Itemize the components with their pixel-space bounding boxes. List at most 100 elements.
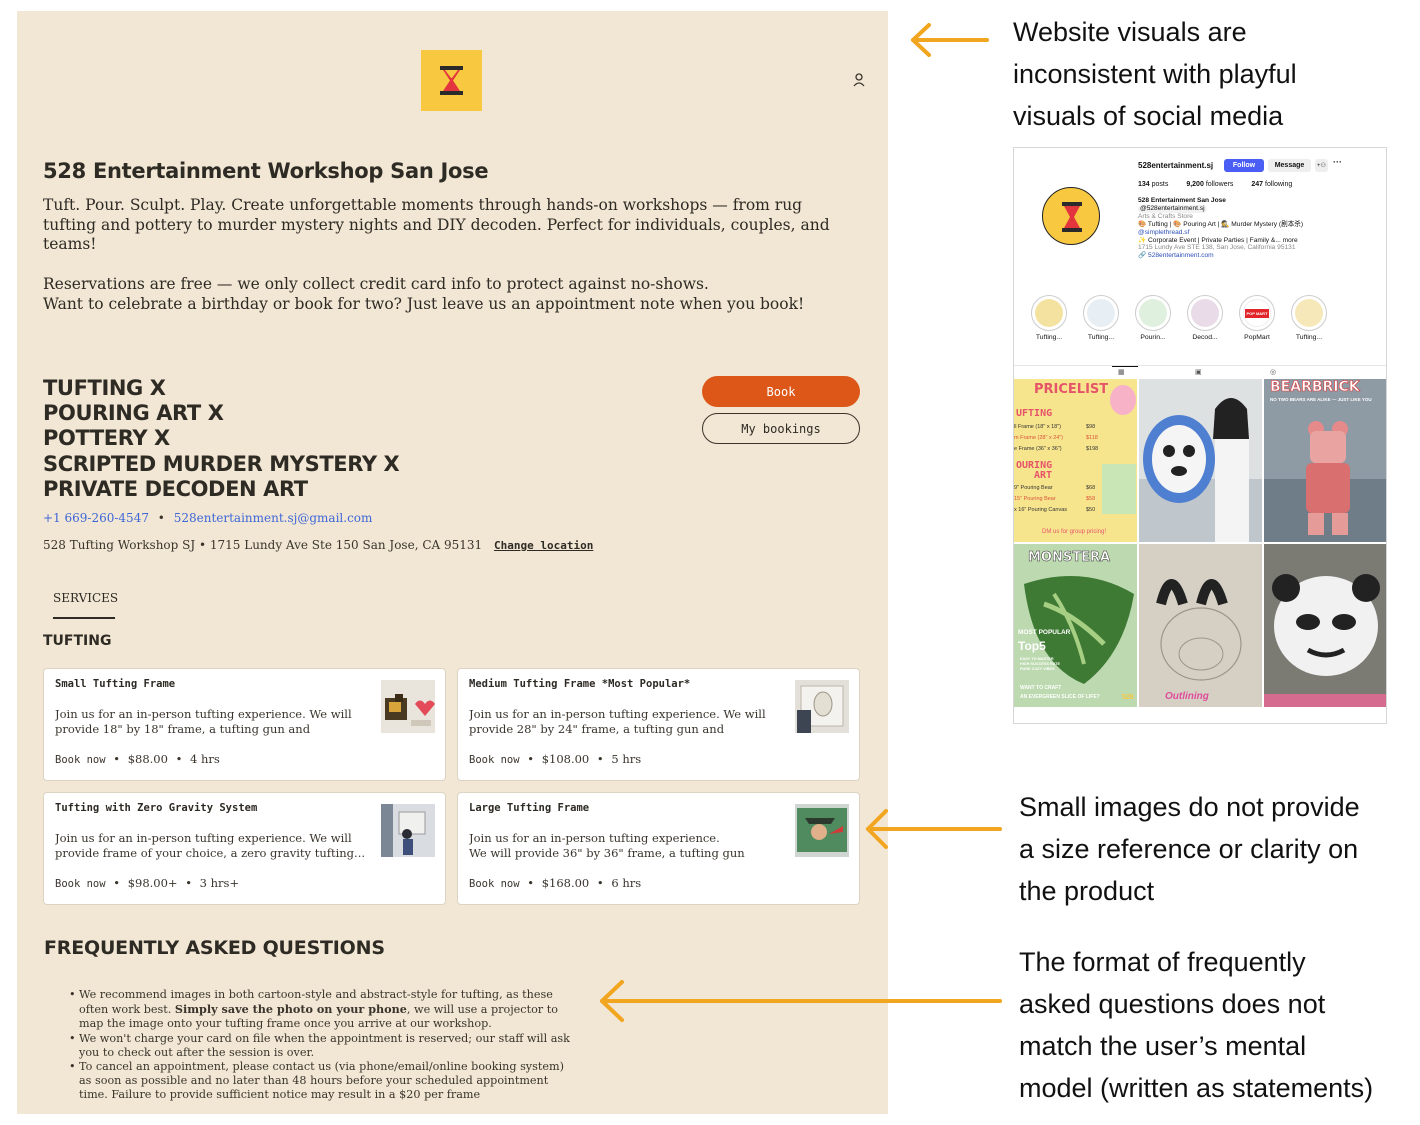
- bearbrick-photo-image: [1264, 379, 1386, 542]
- price: $58: [1086, 496, 1096, 502]
- faq-item: We recommend images in both cartoon-styl…: [69, 988, 579, 1032]
- story-highlight[interactable]: Tufting...: [1077, 295, 1125, 341]
- annotation-line: match the user’s mental: [1019, 1031, 1307, 1061]
- profile-avatar[interactable]: [1042, 187, 1100, 245]
- price-rows: ll Frame (18" x 18") $98 m Frame (28" x 2…: [1014, 422, 1110, 455]
- following-count[interactable]: 247: [1251, 181, 1263, 188]
- post-panda-rug-photo[interactable]: [1139, 379, 1262, 542]
- bio-website-link[interactable]: 🔗 528entertainment.com: [1138, 252, 1378, 260]
- followers-label: followers: [1205, 181, 1234, 188]
- annotation-visuals: Website visuals are inconsistent with pl…: [1013, 11, 1297, 137]
- bio-mention-link[interactable]: @simplethread.sf: [1138, 229, 1378, 237]
- book-now-link[interactable]: Book now: [469, 878, 520, 890]
- reservation-note: Reservations are free — we only collect …: [43, 275, 709, 293]
- business-title: 528 Entertainment Workshop San Jose: [43, 159, 489, 183]
- post-text: UFTING: [1016, 408, 1053, 419]
- grid-tab-icon[interactable]: ▦: [1118, 368, 1125, 376]
- service-duration: 3 hrs+: [199, 876, 240, 890]
- price-row: e Frame (36" x 36"): [1014, 446, 1062, 452]
- separator: •: [527, 876, 535, 890]
- service-meta: Book now • $88.00 • 4 hrs: [55, 752, 220, 766]
- post-text: 528: [1122, 694, 1134, 701]
- story-highlight[interactable]: Tufting...: [1285, 295, 1333, 341]
- service-heading: TUFTING X: [43, 376, 166, 400]
- service-title: Medium Tufting Frame *Most Popular*: [469, 678, 691, 690]
- posts-label: posts: [1151, 181, 1169, 188]
- service-card[interactable]: Small Tufting Frame Join us for an in-pe…: [43, 668, 446, 781]
- story-highlight[interactable]: POP MART PopMart: [1233, 295, 1281, 341]
- following-label: following: [1265, 181, 1293, 188]
- phone-link[interactable]: +1 669-260-4547: [43, 511, 149, 525]
- service-card[interactable]: Large Tufting Frame Join us for an in-pe…: [457, 792, 860, 905]
- my-bookings-button[interactable]: My bookings: [702, 413, 860, 444]
- posts-count: 134: [1138, 181, 1150, 188]
- annotation-arrow: [866, 809, 1002, 849]
- annotation-line: asked questions does not: [1019, 989, 1326, 1019]
- post-pricelist[interactable]: PRICELIST UFTING ll Frame (18" x 18") $98…: [1014, 379, 1137, 542]
- book-now-link[interactable]: Book now: [469, 754, 520, 766]
- user-icon[interactable]: [851, 71, 867, 89]
- follow-button[interactable]: Follow: [1224, 159, 1264, 172]
- change-location-link[interactable]: Change location: [494, 539, 593, 552]
- bio-line: 🎨 Tufting | 🎨 Pouring Art | 🕵 Murder Mys…: [1138, 220, 1304, 228]
- story-highlight[interactable]: Decod...: [1181, 295, 1229, 341]
- price-row: m Frame (28" x 24"): [1014, 435, 1064, 441]
- post-panda-meme[interactable]: [1264, 544, 1386, 707]
- post-bearbrick[interactable]: BEARBRICK NO TWO BEARS ARE ALIKE — JUST …: [1264, 379, 1386, 542]
- book-button[interactable]: Book: [702, 376, 860, 407]
- annotation-images: Small images do not provide a size refer…: [1019, 786, 1360, 912]
- kirby-sticker: [1110, 385, 1136, 415]
- service-price: $98.00+: [127, 876, 178, 890]
- post-title: MONSTERA: [1028, 550, 1111, 566]
- service-meta: Book now • $168.00 • 6 hrs: [469, 876, 641, 890]
- annotation-line: the product: [1019, 876, 1155, 906]
- annotation-line: Small images do not provide: [1019, 792, 1360, 822]
- faq-item: We won't charge your card on file when t…: [69, 1032, 579, 1060]
- faq-list: We recommend images in both cartoon-styl…: [69, 988, 579, 1103]
- service-heading: SCRIPTED MURDER MYSTERY X: [43, 451, 400, 476]
- monstera-rug-image: [1014, 544, 1137, 707]
- active-tab-indicator: [1112, 366, 1138, 367]
- book-now-link[interactable]: Book now: [55, 754, 106, 766]
- faq-item: To cancel an appointment, please contact…: [69, 1060, 579, 1103]
- tab-services[interactable]: SERVICES: [53, 591, 118, 605]
- service-price: $108.00: [541, 752, 590, 766]
- annotation-faq: The format of frequently asked questions…: [1019, 941, 1373, 1109]
- service-thumbnail-image: [795, 680, 849, 733]
- post-subtitle: NO TWO BEARS ARE ALIKE — JUST LIKE YOU: [1270, 397, 1372, 402]
- book-now-link[interactable]: Book now: [55, 878, 106, 890]
- email-link[interactable]: 528entertainment.sj@gmail.com: [174, 511, 373, 525]
- price-rows: 9" Pouring Bear $68 15" Pouring Bear $58 x…: [1014, 483, 1110, 516]
- story-highlight[interactable]: Pourin...: [1129, 295, 1177, 341]
- followers-count[interactable]: 9,200: [1186, 181, 1204, 188]
- message-button[interactable]: Message: [1268, 159, 1311, 172]
- booking-website: 528 Entertainment Workshop San Jose Tuft…: [17, 11, 888, 1114]
- reels-tab-icon[interactable]: ▣: [1195, 368, 1202, 376]
- service-duration: 6 hrs: [611, 876, 642, 890]
- post-text: MOST POPULAR: [1018, 629, 1071, 636]
- panda-meme-rug-image: [1264, 544, 1386, 707]
- more-icon[interactable]: ···: [1333, 157, 1342, 167]
- services-heading-list: TUFTING X POURING ART X POTTERY X SCRIPT…: [43, 376, 400, 502]
- separator: •: [596, 752, 604, 766]
- service-meta: Book now • $108.00 • 5 hrs: [469, 752, 641, 766]
- annotation-line: inconsistent with playful: [1013, 59, 1297, 89]
- service-card[interactable]: Tufting with Zero Gravity System Join us…: [43, 792, 446, 905]
- highlight-label: Pourin...: [1140, 334, 1166, 341]
- contact-info: +1 669-260-4547 • 528entertainment.sj@gm…: [43, 511, 372, 525]
- add-user-icon[interactable]: +⚇: [1315, 159, 1328, 172]
- highlight-label: Tufting...: [1087, 334, 1115, 341]
- ig-tabs: ▦ ▣ ◎: [1014, 365, 1386, 379]
- highlight-label: Tufting...: [1295, 334, 1323, 341]
- service-heading: POTTERY X: [43, 426, 170, 451]
- post-outline-sketch[interactable]: Outlining: [1139, 544, 1262, 707]
- annotation-line: Website visuals are: [1013, 17, 1247, 47]
- tagged-tab-icon[interactable]: ◎: [1270, 368, 1276, 376]
- service-card[interactable]: Medium Tufting Frame *Most Popular* Join…: [457, 668, 860, 781]
- post-monstera[interactable]: MONSTERA MOST POPULAR Top5 EASY TO MASTE…: [1014, 544, 1137, 707]
- price: $118: [1086, 435, 1098, 441]
- story-highlight[interactable]: Tufting...: [1025, 295, 1073, 341]
- annotation-line: a size reference or clarity on: [1019, 834, 1359, 864]
- price-row: 9" Pouring Bear: [1014, 485, 1053, 491]
- brand-logo[interactable]: [421, 50, 482, 111]
